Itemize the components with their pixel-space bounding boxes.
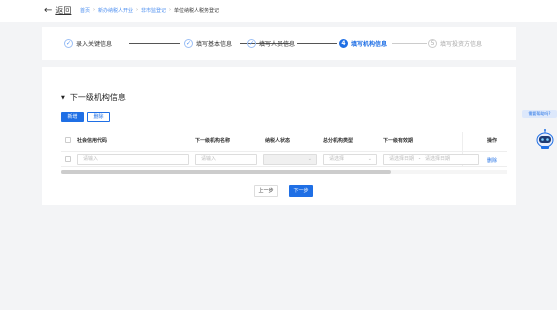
row-delete-link[interactable]: 删除 bbox=[487, 157, 497, 164]
main-card: ▼ 下一级机构信息 新增 删除 社会信用代码 下一级机构名称 纳税人状态 总分机… bbox=[42, 67, 516, 205]
add-button[interactable]: 新增 bbox=[61, 112, 84, 122]
chevron-down-icon: ⌄ bbox=[307, 156, 312, 162]
step-2: ✓ 填写基本信息 bbox=[184, 39, 232, 48]
step-number-icon: 5 bbox=[428, 39, 437, 48]
row-checkbox[interactable] bbox=[65, 156, 71, 162]
check-circle-icon: ✓ bbox=[184, 39, 193, 48]
taxpayer-status-select: ⌄ bbox=[263, 154, 317, 165]
org-name-input[interactable]: 请输入 bbox=[195, 154, 257, 165]
validity-date-range[interactable]: 请选择日期 - 请选择日期 bbox=[383, 154, 479, 165]
step-1: ✓ 录入关键信息 bbox=[64, 39, 112, 48]
column-header: 总分机构类型 bbox=[323, 138, 354, 144]
assistant-robot-icon[interactable] bbox=[535, 128, 555, 150]
column-header: 下一级机构名称 bbox=[195, 138, 231, 144]
breadcrumb-item-new-taxpayer[interactable]: 新办纳税人开业 bbox=[98, 7, 133, 14]
back-label: 返回 bbox=[55, 6, 72, 15]
step-connector bbox=[129, 43, 180, 44]
breadcrumb-separator: › bbox=[93, 7, 96, 13]
column-header: 下一级有效期 bbox=[383, 138, 414, 144]
select-all-checkbox[interactable] bbox=[65, 137, 71, 143]
column-header: 操作 bbox=[487, 138, 498, 144]
prev-step-button[interactable]: 上一步 bbox=[254, 185, 278, 197]
step-label: 填写投资方信息 bbox=[440, 41, 483, 48]
scrollbar-thumb[interactable] bbox=[61, 170, 391, 174]
breadcrumb-item-non-market[interactable]: 非市监登记 bbox=[141, 7, 166, 14]
org-type-select[interactable]: 请选择 ⌄ bbox=[323, 154, 377, 165]
step-label: 填写基本信息 bbox=[196, 41, 233, 48]
breadcrumb-separator: › bbox=[169, 7, 172, 13]
section-title: 下一级机构信息 bbox=[69, 93, 126, 102]
steps-card: ✓ 录入关键信息 ✓ 填写基本信息 ✓ 填写人员信息 4 填写机构信息 5 填写… bbox=[42, 27, 516, 60]
table-header: 社会信用代码 下一级机构名称 纳税人状态 总分机构类型 下一级有效期 操作 bbox=[61, 132, 507, 148]
step-label: 填写人员信息 bbox=[259, 41, 296, 48]
end-date-input[interactable]: 请选择日期 bbox=[425, 156, 450, 162]
column-header: 社会信用代码 bbox=[77, 138, 108, 144]
caret-down-icon: ▼ bbox=[61, 94, 65, 101]
step-connector bbox=[392, 43, 427, 44]
delete-button[interactable]: 删除 bbox=[87, 112, 110, 122]
breadcrumb-separator: › bbox=[136, 7, 139, 13]
credit-code-input[interactable]: 请输入 bbox=[77, 154, 189, 165]
start-date-input[interactable]: 请选择日期 bbox=[389, 156, 414, 162]
step-label: 填写机构信息 bbox=[351, 41, 388, 48]
step-label: 录入关键信息 bbox=[76, 41, 113, 48]
step-number-icon: 4 bbox=[339, 39, 348, 48]
help-pill[interactable]: 需要帮助吗? bbox=[522, 110, 557, 118]
date-range-separator: - bbox=[418, 156, 421, 162]
check-circle-icon: ✓ bbox=[64, 39, 73, 48]
column-header: 纳税人状态 bbox=[265, 138, 291, 144]
back-button[interactable]: ← 返回 bbox=[44, 5, 71, 16]
check-circle-icon: ✓ bbox=[247, 39, 256, 48]
step-3: ✓ 填写人员信息 bbox=[247, 39, 295, 48]
step-4: 4 填写机构信息 bbox=[339, 39, 387, 48]
top-bar: ← 返回 首页 › 新办纳税人开业 › 非市监登记 › 单位纳税人税务登记 bbox=[0, 0, 557, 22]
breadcrumb: 首页 › 新办纳税人开业 › 非市监登记 › 单位纳税人税务登记 bbox=[80, 7, 219, 14]
arrow-left-icon: ← bbox=[44, 5, 53, 16]
table-row: 请输入 请输入 ⌄ 请选择 ⌄ 请选择日期 - 请选择日期 删除 bbox=[61, 151, 507, 167]
next-step-button[interactable]: 下一步 bbox=[289, 185, 313, 197]
chevron-down-icon: ⌄ bbox=[367, 156, 372, 162]
step-connector bbox=[297, 43, 337, 44]
section-header[interactable]: ▼ 下一级机构信息 bbox=[61, 92, 126, 103]
breadcrumb-item-home[interactable]: 首页 bbox=[80, 7, 90, 14]
step-5: 5 填写投资方信息 bbox=[428, 39, 482, 48]
breadcrumb-item-current: 单位纳税人税务登记 bbox=[174, 8, 220, 14]
